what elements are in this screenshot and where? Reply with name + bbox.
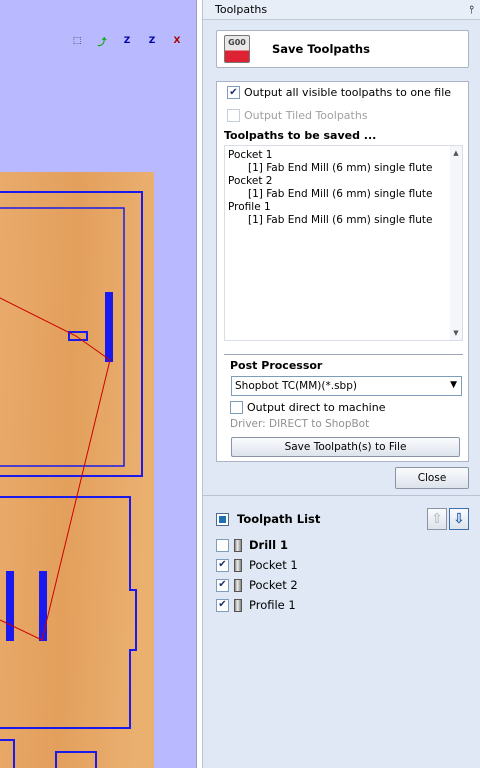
view-z2-label: Z (148, 36, 156, 46)
toolpath-checkbox[interactable]: ✔ (216, 578, 229, 592)
toolpath-label: Pocket 2 (249, 578, 298, 592)
save-toolpaths-header: G00 Save Toolpaths (216, 30, 469, 68)
end-mill-icon (234, 558, 242, 572)
toolpath-list-header: Toolpath List ⇧ ⇩ (216, 508, 471, 530)
view-y-button[interactable]: Y (191, 32, 196, 50)
scroll-up-icon[interactable]: ▲ (452, 149, 460, 157)
3d-viewport[interactable]: ⬚ ⤴ Z Z X Y (0, 0, 197, 768)
output-direct-label: Output direct to machine (247, 401, 386, 414)
post-processor-select[interactable]: Shopbot TC(MM)(*.sbp) ▼ (231, 376, 462, 396)
end-mill-icon (234, 578, 242, 592)
output-direct-checkbox[interactable] (230, 401, 243, 414)
view-x-label: X (173, 36, 181, 46)
output-all-row[interactable]: ✔ Output all visible toolpaths to one fi… (227, 86, 451, 99)
list-item: [1] Fab End Mill (6 mm) single flute (248, 214, 433, 226)
toolpath-row-drill-1[interactable]: Drill 1 (216, 536, 288, 554)
view-z-label: Z (123, 36, 131, 46)
save-options-box: ✔ Output all visible toolpaths to one fi… (216, 81, 469, 462)
close-button[interactable]: Close (395, 467, 469, 489)
driver-text: Driver: DIRECT to ShopBot (230, 418, 370, 430)
move-down-button[interactable]: ⇩ (449, 508, 469, 530)
saved-toolpaths-list[interactable]: Pocket 1 [1] Fab End Mill (6 mm) single … (224, 145, 463, 341)
toolpath-slot-3 (6, 571, 14, 641)
chevron-down-icon: ▼ (450, 380, 457, 390)
output-tiled-label: Output Tiled Toolpaths (244, 109, 368, 122)
toolpath-row-pocket-1[interactable]: ✔ Pocket 1 (216, 556, 298, 574)
panel-title: Toolpaths (215, 3, 268, 16)
list-scrollbar[interactable]: ▲ ▼ (450, 146, 462, 340)
toolpath-slot-1 (105, 292, 113, 362)
post-processor-value: Shopbot TC(MM)(*.sbp) (235, 380, 357, 392)
arrow-down-icon: ⇩ (453, 511, 465, 527)
output-direct-row[interactable]: Output direct to machine (230, 401, 385, 414)
to-be-saved-heading: Toolpaths to be saved ... (224, 129, 377, 142)
toolpaths-panel: Toolpaths ⫯ G00 Save Toolpaths ✔ Output … (202, 0, 480, 768)
list-item: Profile 1 (228, 201, 271, 213)
list-item: Pocket 2 (228, 175, 273, 187)
scroll-down-icon[interactable]: ▼ (452, 329, 460, 337)
move-up-button[interactable]: ⇧ (427, 508, 447, 530)
toolpath-label: Pocket 1 (249, 558, 298, 572)
toolpath-row-pocket-2[interactable]: ✔ Pocket 2 (216, 576, 298, 594)
toolpath-list-title: Toolpath List (237, 512, 321, 526)
list-item: [1] Fab End Mill (6 mm) single flute (248, 188, 433, 200)
toolpath-checkbox[interactable] (216, 538, 229, 552)
view-x-button[interactable]: X (166, 32, 188, 50)
output-tiled-row: Output Tiled Toolpaths (227, 109, 368, 122)
zoom-extents-icon[interactable]: ⬚ (66, 32, 88, 50)
view-toolbar: ⬚ ⤴ Z Z X Y (66, 32, 196, 50)
post-processor-heading: Post Processor (230, 359, 323, 372)
iso-view-icon[interactable]: ⤴ (91, 32, 113, 50)
toolpath-checkbox[interactable]: ✔ (216, 558, 229, 572)
end-mill-icon (234, 598, 242, 612)
output-tiled-checkbox (227, 109, 240, 122)
toolpath-label: Drill 1 (249, 538, 289, 552)
pin-icon[interactable]: ⫯ (469, 3, 474, 17)
view-z-front-button[interactable]: Z (141, 32, 163, 50)
arrow-up-icon: ⇧ (431, 511, 443, 527)
toolpath-row-profile-1[interactable]: ✔ Profile 1 (216, 596, 296, 614)
end-mill-icon (234, 538, 242, 552)
toolpath-slot-4 (39, 571, 47, 641)
output-all-checkbox[interactable]: ✔ (227, 86, 240, 99)
post-processor-divider (224, 354, 463, 355)
list-item: [1] Fab End Mill (6 mm) single flute (248, 162, 433, 174)
list-item: Pocket 1 (228, 149, 273, 161)
toolpath-label: Profile 1 (249, 598, 296, 612)
save-toolpaths-title: Save Toolpaths (272, 42, 370, 56)
save-toolpaths-to-file-button[interactable]: Save Toolpath(s) to File (231, 437, 460, 457)
toolpath-preview (0, 172, 154, 768)
view-z-button[interactable]: Z (116, 32, 138, 50)
output-all-label: Output all visible toolpaths to one file (244, 86, 452, 99)
toolpath-checkbox[interactable]: ✔ (216, 598, 229, 612)
panel-titlebar: Toolpaths ⫯ (203, 0, 480, 20)
save-toolpaths-icon: G00 (224, 35, 250, 63)
toolpath-list-icon (216, 512, 229, 526)
panel-separator (203, 495, 480, 496)
